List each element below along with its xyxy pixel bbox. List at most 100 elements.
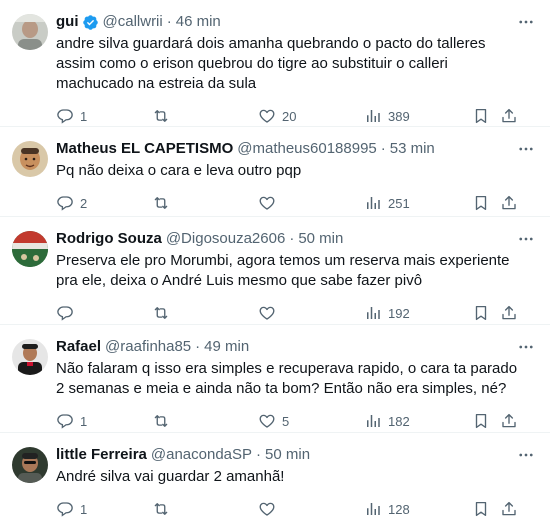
reply-count: 2 — [80, 195, 88, 211]
like-button[interactable] — [258, 500, 364, 518]
tweet[interactable]: Matheus EL CAPETISMO @matheus60188995 · … — [0, 127, 550, 217]
like-button[interactable] — [258, 304, 364, 322]
views-count: 128 — [388, 501, 410, 517]
views-count: 192 — [388, 305, 410, 321]
action-bar: 2 251 — [56, 185, 534, 221]
separator-dot: · — [195, 338, 201, 355]
retweet-button[interactable] — [152, 107, 258, 125]
author-handle[interactable]: @Digosouza2606 — [166, 229, 285, 249]
author-name[interactable]: gui — [56, 12, 79, 32]
views-button[interactable]: 128 — [364, 500, 472, 518]
tweet-header: gui @callwrii · 46 min — [56, 12, 534, 32]
views-count: 389 — [388, 108, 410, 124]
bookmark-icon[interactable] — [472, 500, 500, 518]
more-horizontal-icon[interactable] — [514, 335, 538, 359]
views-icon — [364, 412, 382, 430]
reply-icon — [56, 194, 74, 212]
views-icon — [364, 107, 382, 125]
avatar[interactable] — [12, 231, 48, 267]
avatar[interactable] — [12, 141, 48, 177]
reply-icon — [56, 304, 74, 322]
author-handle[interactable]: @callwrii — [103, 12, 163, 32]
reply-button[interactable] — [56, 304, 152, 322]
reply-count: 1 — [80, 108, 88, 124]
like-button[interactable]: 5 — [258, 412, 364, 430]
tweet[interactable]: Rodrigo Souza @Digosouza2606 · 50 min Pr… — [0, 217, 550, 325]
reply-button[interactable]: 1 — [56, 500, 152, 518]
more-horizontal-icon[interactable] — [514, 137, 538, 161]
retweet-icon — [152, 500, 170, 518]
views-button[interactable]: 192 — [364, 304, 472, 322]
share-icon[interactable] — [500, 304, 524, 322]
views-button[interactable]: 389 — [364, 107, 472, 125]
tweet-header: Rafael @raafinha85 · 49 min — [56, 337, 534, 357]
like-button[interactable] — [258, 194, 364, 212]
separator-dot: · — [256, 446, 262, 463]
author-name[interactable]: Rafael — [56, 337, 101, 357]
author-name[interactable]: Rodrigo Souza — [56, 229, 162, 249]
like-icon — [258, 304, 276, 322]
reply-count: 1 — [80, 501, 88, 517]
more-horizontal-icon[interactable] — [514, 10, 538, 34]
avatar[interactable] — [12, 14, 48, 50]
timestamp[interactable]: 50 min — [265, 445, 310, 465]
share-icon[interactable] — [500, 194, 524, 212]
reply-button[interactable]: 2 — [56, 194, 152, 212]
share-icon[interactable] — [500, 500, 524, 518]
retweet-button[interactable] — [152, 500, 258, 518]
tweet-text: André silva vai guardar 2 amanhã! — [56, 468, 285, 485]
views-button[interactable]: 251 — [364, 194, 472, 212]
views-button[interactable]: 182 — [364, 412, 472, 430]
views-icon — [364, 194, 382, 212]
verified-badge-icon — [82, 14, 99, 31]
retweet-button[interactable] — [152, 412, 258, 430]
separator-dot: · — [289, 230, 295, 247]
author-handle[interactable]: @anacondaSP — [151, 445, 252, 465]
author-name[interactable]: Matheus EL CAPETISMO — [56, 139, 233, 159]
share-icon[interactable] — [500, 107, 524, 125]
separator-dot: · — [380, 140, 386, 157]
more-horizontal-icon[interactable] — [514, 443, 538, 467]
bookmark-icon[interactable] — [472, 412, 500, 430]
like-icon — [258, 194, 276, 212]
tweet[interactable]: Rafael @raafinha85 · 49 min Não falaram … — [0, 325, 550, 433]
share-icon[interactable] — [500, 412, 524, 430]
timestamp[interactable]: 49 min — [204, 337, 249, 357]
retweet-icon — [152, 304, 170, 322]
tweet-header: little Ferreira @anacondaSP · 50 min — [56, 445, 534, 465]
retweet-icon — [152, 194, 170, 212]
more-horizontal-icon[interactable] — [514, 227, 538, 251]
views-count: 182 — [388, 413, 410, 429]
retweet-button[interactable] — [152, 304, 258, 322]
tweet-text: andre silva guardará dois amanha quebran… — [56, 35, 486, 92]
bookmark-icon[interactable] — [472, 194, 500, 212]
reply-button[interactable]: 1 — [56, 107, 152, 125]
timestamp[interactable]: 46 min — [176, 12, 221, 32]
author-name[interactable]: little Ferreira — [56, 445, 147, 465]
bookmark-icon[interactable] — [472, 304, 500, 322]
like-count: 20 — [282, 108, 297, 124]
like-button[interactable]: 20 — [258, 107, 364, 125]
reply-button[interactable]: 1 — [56, 412, 152, 430]
like-icon — [258, 500, 276, 518]
timestamp[interactable]: 53 min — [390, 139, 435, 159]
author-handle[interactable]: @matheus60188995 — [237, 139, 377, 159]
bookmark-icon[interactable] — [472, 107, 500, 125]
avatar[interactable] — [12, 339, 48, 375]
reply-feed: gui @callwrii · 46 min andre silva guard… — [0, 0, 550, 524]
reply-icon — [56, 412, 74, 430]
tweet[interactable]: gui @callwrii · 46 min andre silva guard… — [0, 0, 550, 127]
retweet-icon — [152, 412, 170, 430]
like-count: 5 — [282, 413, 290, 429]
tweet-text: Pq não deixa o cara e leva outro pqp — [56, 162, 302, 179]
tweet[interactable]: little Ferreira @anacondaSP · 50 min And… — [0, 433, 550, 524]
tweet-header: Matheus EL CAPETISMO @matheus60188995 · … — [56, 139, 534, 159]
author-handle[interactable]: @raafinha85 — [105, 337, 191, 357]
views-icon — [364, 304, 382, 322]
retweet-button[interactable] — [152, 194, 258, 212]
timestamp[interactable]: 50 min — [298, 229, 343, 249]
views-icon — [364, 500, 382, 518]
like-icon — [258, 412, 276, 430]
avatar[interactable] — [12, 447, 48, 483]
retweet-icon — [152, 107, 170, 125]
